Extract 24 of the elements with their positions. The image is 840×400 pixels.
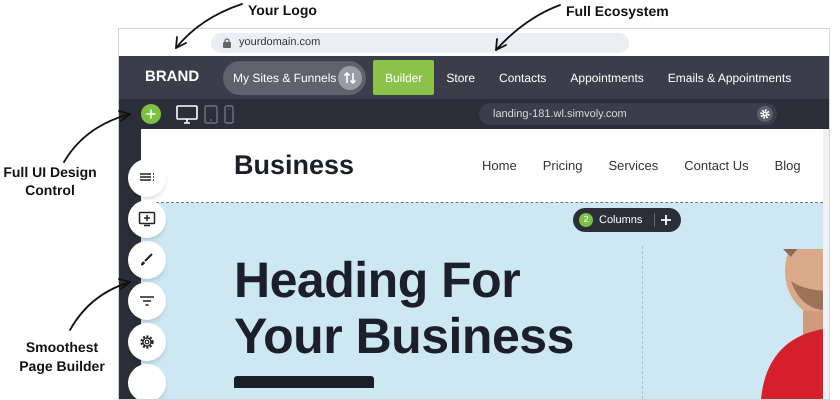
annotation-label: Smoothest Page Builder — [18, 338, 106, 376]
menu-link[interactable]: Contact Us — [684, 156, 749, 176]
sites-switcher[interactable]: My Sites & Funnels — [223, 60, 366, 94]
menu-link[interactable]: Services — [608, 156, 658, 176]
annotation-label: Full Ecosystem — [566, 2, 669, 21]
nav-tab[interactable]: Contacts — [487, 60, 558, 95]
site-logo[interactable]: Business — [234, 145, 482, 186]
brand-logo[interactable]: BRAND — [145, 66, 223, 89]
hero-heading: Your Business — [234, 308, 575, 364]
url-text: yourdomain.com — [239, 35, 320, 50]
menu-link[interactable]: Home — [482, 156, 517, 176]
count-badge: 2 — [579, 213, 593, 227]
columns-label: Columns — [599, 212, 642, 228]
menu-link[interactable]: Pricing — [542, 156, 582, 176]
domain-field[interactable]: landing-181.wl.simvoly.com — [479, 103, 777, 125]
nav-tab[interactable]: Appointments — [558, 60, 656, 95]
hero-heading: Heading For — [234, 252, 522, 308]
annotation-label: Full UI Design Control — [2, 163, 98, 199]
menu-link[interactable]: Blog — [774, 156, 801, 176]
address-bar[interactable]: yourdomain.com — [211, 32, 629, 52]
annotation-label: Your Logo — [248, 1, 317, 20]
nav-tab[interactable]: Emails & Appointments — [656, 60, 804, 95]
columns-control[interactable]: 2 Columns — [573, 208, 682, 232]
nav-tab[interactable]: Store — [434, 60, 488, 95]
